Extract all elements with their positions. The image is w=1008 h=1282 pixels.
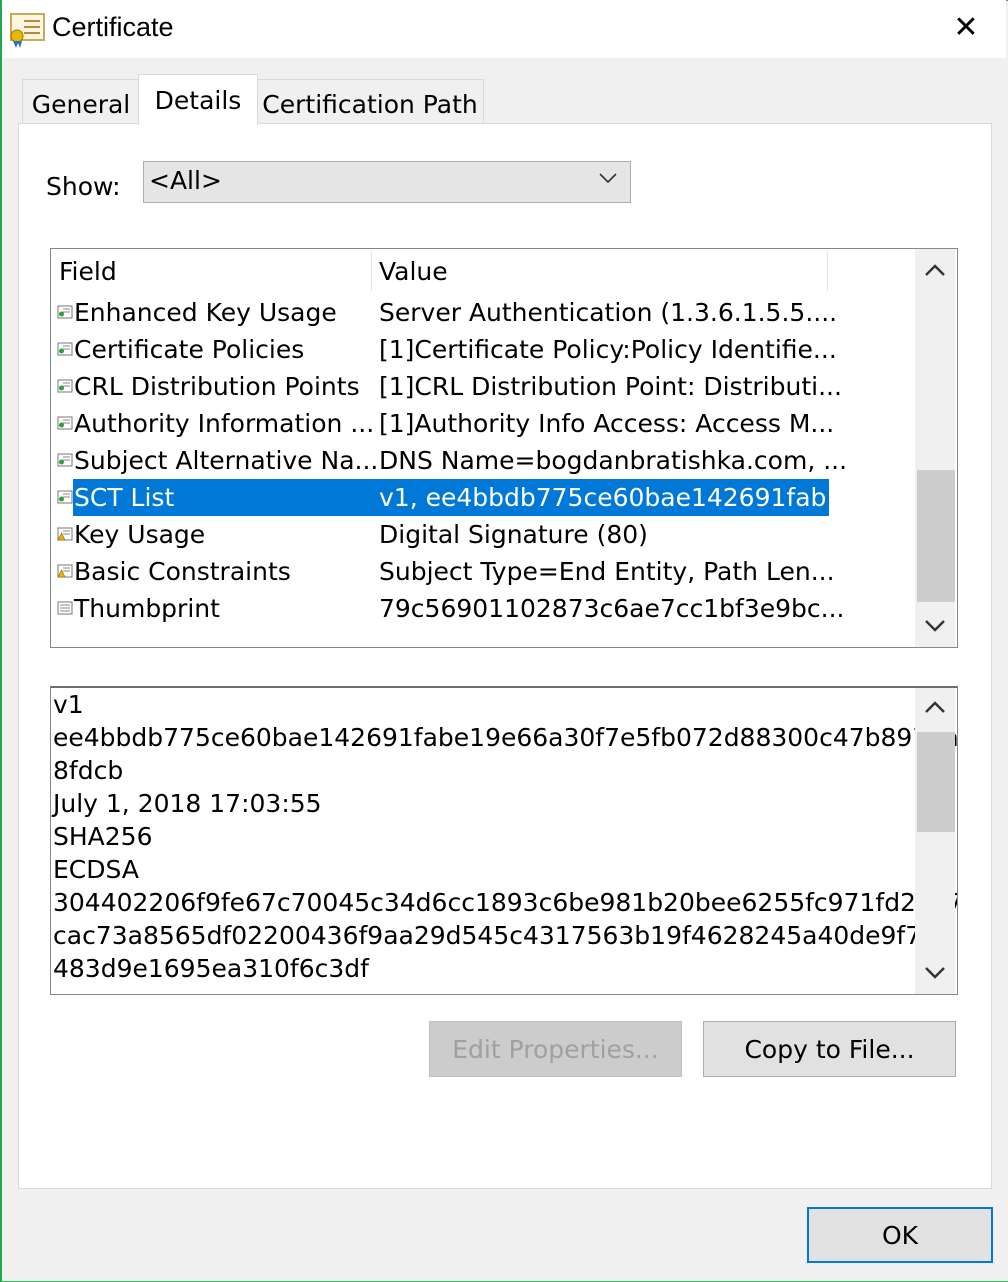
show-label: Show:: [46, 172, 121, 201]
scrollbar-thumb[interactable]: [917, 470, 955, 602]
row-field: Certificate Policies: [74, 335, 305, 364]
fields-list[interactable]: Field Value Enhanced Key Usage Server Au…: [50, 248, 958, 648]
copy-to-file-button[interactable]: Copy to File...: [703, 1021, 956, 1077]
list-row[interactable]: Thumbprint 79c56901102873c6ae7cc1bf3e9bc…: [55, 590, 845, 627]
list-row[interactable]: CRL Distribution Points [1]CRL Distribut…: [55, 368, 842, 405]
detail-line: 8fdcb: [53, 756, 124, 785]
extension-icon: [57, 341, 73, 357]
show-dropdown-value: <All>: [149, 166, 222, 195]
row-field: Subject Alternative Na...: [74, 446, 379, 475]
scroll-up-icon[interactable]: [915, 251, 955, 291]
window-title: Certificate: [52, 12, 174, 42]
critical-extension-icon: [57, 526, 73, 542]
show-dropdown[interactable]: <All>: [143, 161, 631, 203]
certificate-icon: [8, 12, 46, 48]
list-scrollbar[interactable]: [915, 249, 955, 647]
extension-icon: [57, 378, 73, 394]
row-field: Basic Constraints: [74, 557, 291, 586]
tab-details[interactable]: Details: [138, 74, 258, 125]
title-bar[interactable]: Certificate ✕: [2, 0, 1006, 58]
row-field: SCT List: [74, 483, 175, 512]
details-scrollbar[interactable]: [915, 688, 955, 994]
row-value: [1]CRL Distribution Point: Distributi...: [379, 372, 842, 401]
scrollbar-thumb[interactable]: [917, 732, 955, 832]
chevron-down-icon: [598, 168, 618, 188]
row-value: 79c56901102873c6ae7cc1bf3e9bc...: [379, 594, 845, 623]
row-field: Key Usage: [74, 520, 206, 549]
detail-line: v1: [53, 690, 84, 719]
detail-line: 304402206f9fe67c70045c34d6cc1893c6be981b…: [53, 888, 958, 917]
extension-icon: [57, 304, 73, 320]
value-detail-textbox[interactable]: v1 ee4bbdb775ce60bae142691fabe19e66a30f7…: [50, 686, 958, 995]
extension-icon: [57, 452, 73, 468]
row-value: Server Authentication (1.3.6.1.5.5....: [379, 298, 838, 327]
extension-icon: [57, 415, 73, 431]
row-field: Authority Information ...: [74, 409, 375, 438]
row-value: Digital Signature (80): [379, 520, 648, 549]
detail-line: SHA256: [53, 822, 153, 851]
details-tab-panel: Show: <All> Field Value Enhanced Key Usa…: [18, 123, 992, 1189]
list-row-selected[interactable]: SCT List v1, ee4bbdb775ce60bae142691fab.…: [55, 479, 850, 516]
tab-general[interactable]: General: [22, 79, 140, 124]
list-header: Field Value: [51, 249, 828, 293]
close-icon[interactable]: ✕: [944, 8, 988, 48]
scroll-up-icon[interactable]: [915, 688, 955, 728]
row-field: Enhanced Key Usage: [74, 298, 337, 327]
list-row[interactable]: Key Usage Digital Signature (80): [55, 516, 829, 553]
row-field: Thumbprint: [74, 594, 220, 623]
extension-icon: [57, 489, 73, 505]
list-row[interactable]: Certificate Policies [1]Certificate Poli…: [55, 331, 837, 368]
list-row[interactable]: Subject Alternative Na... DNS Name=bogda…: [55, 442, 847, 479]
row-field: CRL Distribution Points: [74, 372, 360, 401]
list-row[interactable]: Enhanced Key Usage Server Authentication…: [55, 294, 837, 331]
critical-extension-icon: [57, 563, 73, 579]
column-header-value[interactable]: Value: [371, 249, 827, 293]
ok-button[interactable]: OK: [807, 1207, 993, 1263]
row-value: Subject Type=End Entity, Path Len...: [379, 557, 835, 586]
row-value: [1]Authority Info Access: Access M...: [379, 409, 835, 438]
tab-certification-path[interactable]: Certification Path: [256, 79, 484, 124]
list-row[interactable]: Basic Constraints Subject Type=End Entit…: [55, 553, 835, 590]
edit-properties-button[interactable]: Edit Properties...: [429, 1021, 682, 1077]
detail-line: cac73a8565df02200436f9aa29d545c4317563b1…: [53, 921, 953, 950]
detail-line: ECDSA: [53, 855, 139, 884]
detail-line: July 1, 2018 17:03:55: [53, 789, 322, 818]
scroll-down-icon[interactable]: [915, 605, 955, 645]
row-value: DNS Name=bogdanbratishka.com, ...: [379, 446, 848, 475]
property-icon: [57, 600, 73, 616]
detail-line: 483d9e1695ea310f6c3df: [53, 954, 369, 983]
list-row[interactable]: Authority Information ... [1]Authority I…: [55, 405, 834, 442]
column-divider[interactable]: [827, 251, 828, 291]
row-value: [1]Certificate Policy:Policy Identifie..…: [379, 335, 837, 364]
row-value: v1, ee4bbdb775ce60bae142691fab...: [379, 483, 851, 512]
column-header-field[interactable]: Field: [51, 249, 371, 293]
detail-line: ee4bbdb775ce60bae142691fabe19e66a30f7e5f…: [53, 723, 958, 752]
scroll-down-icon[interactable]: [915, 952, 955, 992]
